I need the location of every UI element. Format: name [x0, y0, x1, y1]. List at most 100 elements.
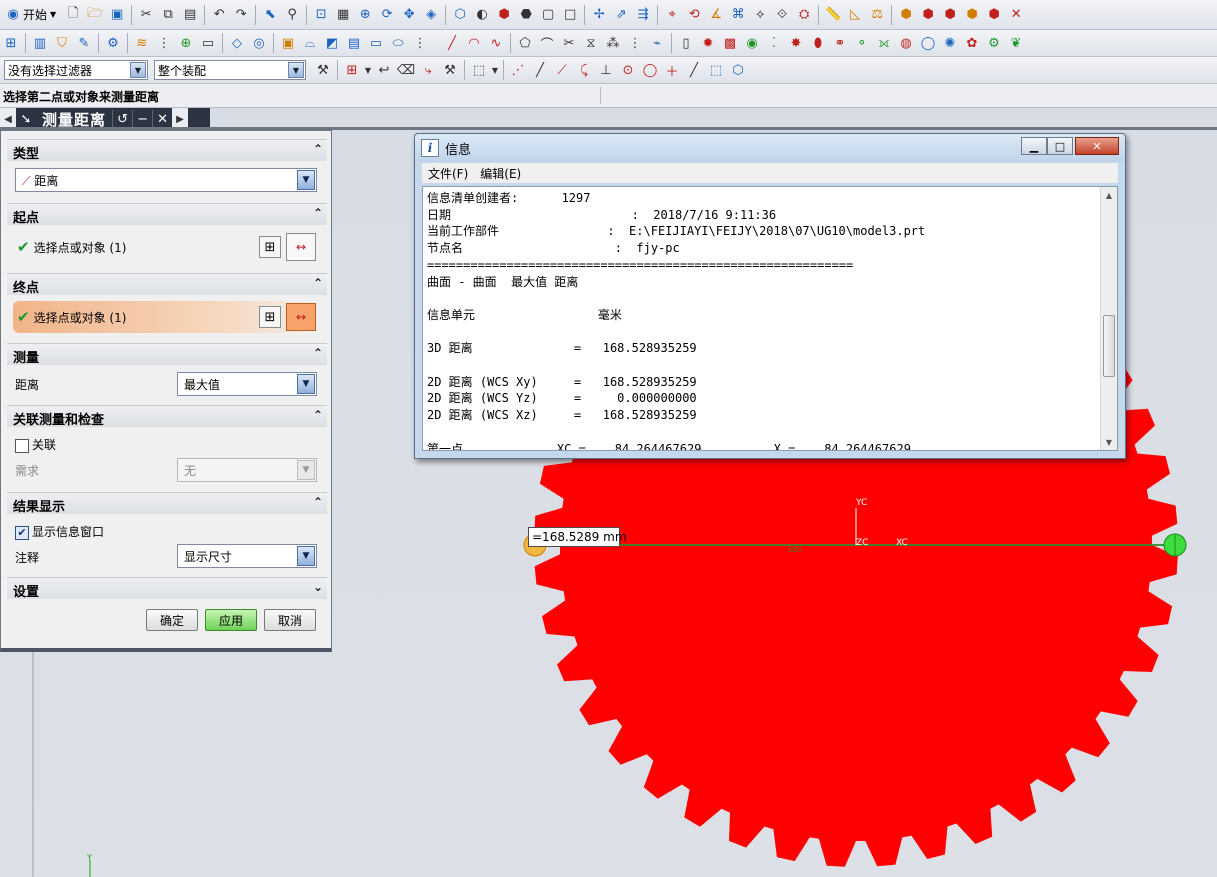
reset-icon[interactable]: ↺: [112, 110, 132, 128]
offset-icon[interactable]: ⧖: [580, 32, 602, 54]
redo-icon[interactable]: ↷: [230, 4, 252, 26]
dots-icon[interactable]: ⁚: [763, 32, 785, 54]
cube-yellow-icon[interactable]: ⬢: [961, 4, 983, 26]
surface-icon[interactable]: ◇: [226, 32, 248, 54]
cog-icon[interactable]: ✺: [939, 32, 961, 54]
scroll-thumb[interactable]: [1103, 315, 1115, 377]
collapse-icon[interactable]: −: [132, 110, 152, 128]
filter-reset-icon[interactable]: ⚒: [312, 59, 334, 81]
associative-checkbox[interactable]: 关联: [15, 436, 56, 453]
torus-icon[interactable]: ◯: [917, 32, 939, 54]
hatch-icon[interactable]: ≋: [131, 32, 153, 54]
snap-intersect-icon[interactable]: ⤹: [573, 59, 595, 81]
snap-view-icon[interactable]: ✢: [588, 4, 610, 26]
brush-icon[interactable]: ✎: [73, 32, 95, 54]
slice-icon[interactable]: ◩: [321, 32, 343, 54]
measure-angle-icon[interactable]: ∡: [705, 4, 727, 26]
scroll-up-icon[interactable]: ▲: [1101, 187, 1117, 203]
type-select[interactable]: ⟋ 距离 ▼: [15, 168, 317, 192]
scroll-down-icon[interactable]: ▼: [1101, 434, 1117, 450]
menu-edit[interactable]: 编辑(E): [474, 165, 527, 182]
close-icon[interactable]: ✕: [152, 110, 172, 128]
pattern-icon[interactable]: ⁂: [602, 32, 624, 54]
section-start[interactable]: 起点 ⌃: [7, 203, 327, 226]
section-results[interactable]: 结果显示 ⌃: [7, 492, 327, 515]
snap-end-icon[interactable]: ⋰: [507, 59, 529, 81]
pan-icon[interactable]: ✥: [398, 4, 420, 26]
link-icon[interactable]: ⚭: [829, 32, 851, 54]
perspective-icon[interactable]: ◈: [420, 4, 442, 26]
fit-view-icon[interactable]: ⊡: [310, 4, 332, 26]
cancel-button[interactable]: 取消: [264, 609, 316, 631]
block-icon[interactable]: ▭: [365, 32, 387, 54]
cube-orange-icon[interactable]: ⬢: [939, 4, 961, 26]
info-window-titlebar[interactable]: i 信息 ▁ □ ✕: [415, 134, 1125, 162]
render-style-icon[interactable]: ◐: [471, 4, 493, 26]
snap-existing-icon[interactable]: ＋: [661, 59, 683, 81]
start-menu-button[interactable]: ◉ 开始 ▼: [0, 4, 62, 26]
select-icon[interactable]: ⬉: [259, 4, 281, 26]
edge-icon[interactable]: ⟗: [873, 32, 895, 54]
info-text-area[interactable]: 信息清单创建者: 1297 日期 : 2018/7/16 9:11:36 当前工作部…: [422, 186, 1118, 451]
cylinder-red-icon[interactable]: ⬮: [807, 32, 829, 54]
rect-icon[interactable]: ▭: [197, 32, 219, 54]
spline-icon[interactable]: ∿: [485, 32, 507, 54]
arc-icon[interactable]: ◠: [463, 32, 485, 54]
annotation-select[interactable]: 显示尺寸 ▼: [177, 544, 317, 568]
copy-icon[interactable]: ⧉: [157, 4, 179, 26]
point-dialog-button[interactable]: ⊞: [259, 236, 281, 258]
star-icon[interactable]: ✸: [785, 32, 807, 54]
fillet-icon[interactable]: ⌒: [536, 32, 558, 54]
blank-page-icon[interactable]: ▯: [675, 32, 697, 54]
burst-icon[interactable]: ✹: [697, 32, 719, 54]
rotate-icon[interactable]: ⟳: [376, 4, 398, 26]
flower-icon[interactable]: ✿: [961, 32, 983, 54]
ok-button[interactable]: 确定: [146, 609, 198, 631]
cylinder-icon[interactable]: ⬭: [387, 32, 409, 54]
line-icon[interactable]: ╱: [441, 32, 463, 54]
eraser-icon[interactable]: ⌫: [395, 59, 417, 81]
menu-file[interactable]: 文件(F): [422, 165, 474, 182]
apply-button[interactable]: 应用: [205, 609, 257, 631]
view-cube-icon[interactable]: ⬡: [449, 4, 471, 26]
area-icon[interactable]: ◺: [844, 4, 866, 26]
leaf-icon[interactable]: ❦: [1005, 32, 1027, 54]
snap-onpoint-icon[interactable]: ╱: [683, 59, 705, 81]
info-point-icon[interactable]: ⟡: [749, 4, 771, 26]
more-icon[interactable]: ⋮: [624, 32, 646, 54]
loop-icon[interactable]: ◍: [895, 32, 917, 54]
snap-body-icon[interactable]: ⬡: [727, 59, 749, 81]
gear-green-icon[interactable]: ⚙: [983, 32, 1005, 54]
mass-icon[interactable]: ⚖: [866, 4, 888, 26]
section-type[interactable]: 类型 ⌃: [7, 139, 327, 162]
snap-face-icon[interactable]: ⬚: [705, 59, 727, 81]
orient-icon[interactable]: ⇗: [610, 4, 632, 26]
info-object-icon[interactable]: ⟐: [771, 4, 793, 26]
rotate-select-icon[interactable]: ↩: [373, 59, 395, 81]
book-icon[interactable]: ▥: [29, 32, 51, 54]
vertical-scrollbar[interactable]: ▲ ▼: [1100, 187, 1117, 450]
sphere-icon[interactable]: ◎: [248, 32, 270, 54]
move-icon[interactable]: ⇶: [632, 4, 654, 26]
snap-point-icon[interactable]: ⊞: [341, 59, 363, 81]
vector-select-button[interactable]: ↔: [286, 233, 316, 261]
command-finder-icon[interactable]: ⚲: [281, 4, 303, 26]
quick-pick-icon[interactable]: ⤷: [417, 59, 439, 81]
undo-icon[interactable]: ↶: [208, 4, 230, 26]
section-associative[interactable]: 关联测量和检查 ⌃: [7, 405, 327, 428]
zoom-icon[interactable]: ⊕: [354, 4, 376, 26]
point-icon[interactable]: ⌖: [661, 4, 683, 26]
snap-mid-icon[interactable]: ╱: [529, 59, 551, 81]
ruler-icon[interactable]: 📏: [822, 4, 844, 26]
datum-icon[interactable]: ⟲: [683, 4, 705, 26]
wcs-icon[interactable]: □: [559, 4, 581, 26]
snap-center-icon[interactable]: ⊙: [617, 59, 639, 81]
selection-filter-select[interactable]: 没有选择过滤器 ▼: [4, 60, 148, 80]
shaded-icon[interactable]: ⬢: [493, 4, 515, 26]
pipe-icon[interactable]: ⌓: [299, 32, 321, 54]
sketch-icon[interactable]: ⬠: [514, 32, 536, 54]
layer-icon[interactable]: ▢: [537, 4, 559, 26]
gear-tool-icon[interactable]: ⚙: [102, 32, 124, 54]
cube-icon[interactable]: ⬢: [895, 4, 917, 26]
close-button[interactable]: ✕: [1075, 137, 1119, 155]
